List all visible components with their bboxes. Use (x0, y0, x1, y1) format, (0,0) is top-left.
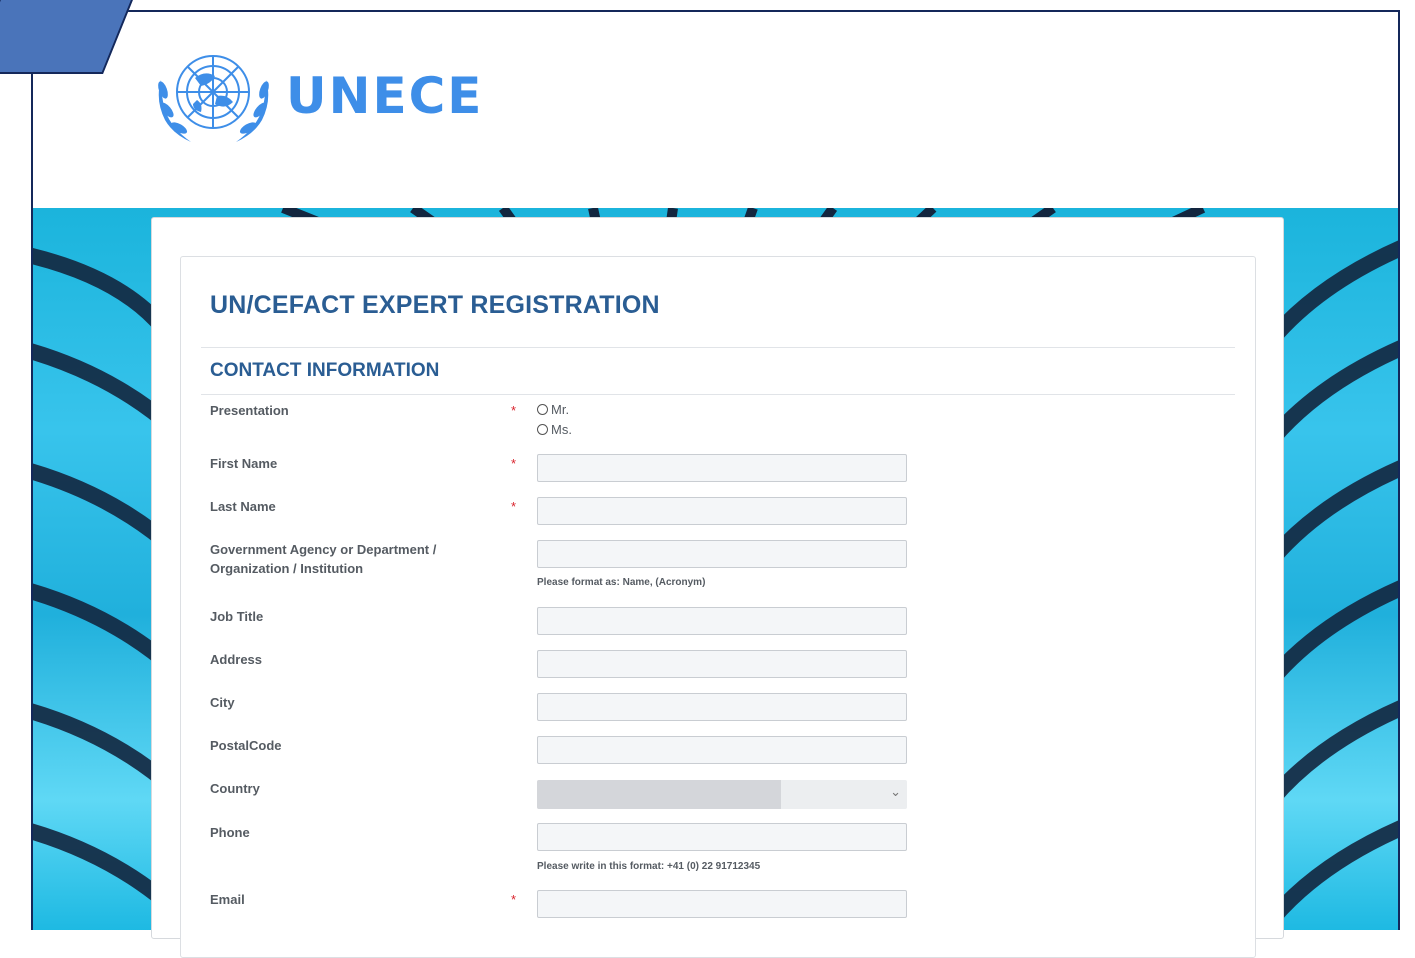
city-input[interactable] (537, 693, 907, 721)
organization-label-line1: Government Agency or Department / (210, 542, 437, 557)
radio-button[interactable] (537, 404, 548, 415)
chevron-down-icon: ⌄ (890, 784, 901, 799)
country-selected-value (537, 780, 781, 809)
divider (201, 394, 1235, 395)
radio-mr[interactable]: Mr. (537, 402, 569, 417)
registration-card: UN/CEFACT EXPERT REGISTRATION CONTACT IN… (151, 217, 1284, 958)
email-input[interactable] (537, 890, 907, 918)
required-marker: * (511, 403, 517, 418)
radio-ms[interactable]: Ms. (537, 422, 572, 437)
last-name-label: Last Name (210, 499, 276, 514)
organization-label-line2: Organization / Institution (210, 561, 364, 576)
phone-input[interactable] (537, 823, 907, 851)
radio-ms-label: Ms. (551, 422, 572, 437)
required-marker: * (511, 456, 517, 471)
phone-help: Please write in this format: +41 (0) 22 … (537, 861, 761, 872)
address-input[interactable] (537, 650, 907, 678)
country-select[interactable]: ⌄ (537, 780, 907, 809)
postal-code-label: PostalCode (210, 738, 282, 753)
phone-label: Phone (210, 825, 250, 840)
postal-code-input[interactable] (537, 736, 907, 764)
form-panel: UN/CEFACT EXPERT REGISTRATION CONTACT IN… (180, 256, 1256, 958)
radio-mr-label: Mr. (551, 402, 570, 417)
site-header: UNECE (33, 12, 1398, 208)
page-title: UN/CEFACT EXPERT REGISTRATION (210, 291, 660, 319)
last-name-input[interactable] (537, 497, 907, 525)
organization-help: Please format as: Name, (Acronym) (537, 577, 706, 588)
address-label: Address (210, 652, 263, 667)
first-name-input[interactable] (537, 454, 907, 482)
email-label: Email (210, 892, 245, 907)
city-label: City (210, 695, 235, 710)
presentation-label: Presentation (210, 403, 289, 418)
required-marker: * (511, 499, 517, 514)
un-emblem-icon (158, 55, 269, 142)
section-heading: CONTACT INFORMATION (210, 360, 440, 381)
job-title-label: Job Title (210, 609, 264, 624)
organization-input[interactable] (537, 540, 907, 568)
radio-button[interactable] (537, 424, 548, 435)
first-name-label: First Name (210, 456, 278, 471)
country-label: Country (210, 781, 260, 796)
logo-text: UNECE (286, 67, 484, 125)
required-marker: * (511, 892, 517, 907)
job-title-input[interactable] (537, 607, 907, 635)
unece-logo[interactable]: UNECE (151, 40, 483, 152)
divider (201, 347, 1235, 348)
